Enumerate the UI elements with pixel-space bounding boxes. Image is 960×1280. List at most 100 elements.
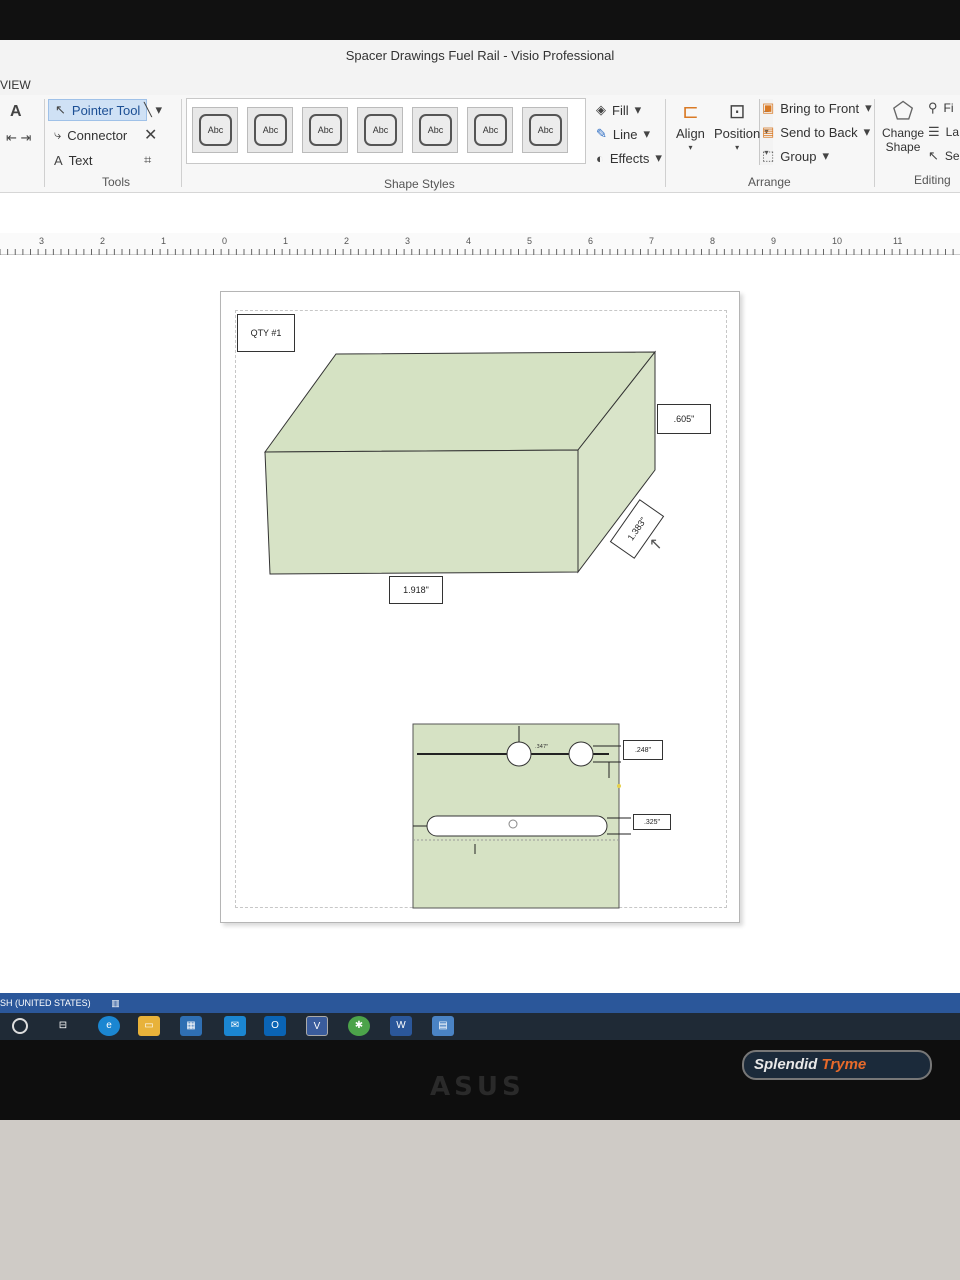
- align-label: Align: [676, 126, 705, 141]
- effects-label: Effects: [609, 150, 650, 166]
- pointer-tool-button[interactable]: ↖ Pointer Tool: [48, 99, 148, 121]
- separator: [44, 99, 45, 187]
- hole-2: [568, 741, 594, 767]
- ruler-label: 10: [832, 236, 843, 246]
- badge-text-1: Splendid: [754, 1056, 818, 1073]
- separator: [874, 99, 875, 187]
- horizontal-ruler[interactable]: 3 2 1 0 1 2 3 4 5 6 7 8 9 10 11: [0, 233, 960, 255]
- mail-icon[interactable]: ✉: [224, 1016, 246, 1036]
- style-swatch[interactable]: Abc: [247, 107, 293, 153]
- style-swatch[interactable]: Abc: [357, 107, 403, 153]
- layers-label: La: [945, 125, 960, 139]
- change-shape-label-1: Change: [882, 126, 925, 140]
- swatch-text: Abc: [529, 114, 562, 146]
- align-button[interactable]: ⊏ Align ▾: [670, 99, 711, 169]
- binoculars-icon: ⚲: [928, 100, 938, 115]
- file-explorer-icon[interactable]: ▭: [138, 1016, 160, 1036]
- visio-icon[interactable]: V: [306, 1016, 328, 1036]
- style-swatch[interactable]: Abc: [467, 107, 513, 153]
- effects-button[interactable]: ◐ Effects ▾: [590, 147, 668, 169]
- tab-view[interactable]: VIEW: [0, 78, 31, 92]
- drawing-canvas[interactable]: 3 2 1 0 1 2 3 4 5 6 7 8 9 10 11 QTY #1 .605" 1.383" 1.…: [0, 193, 960, 993]
- close-icon[interactable]: ✕: [138, 124, 163, 146]
- line-tool-button[interactable]: ╲ ▾: [138, 99, 168, 121]
- send-to-back-button[interactable]: ▤ Send to Back ▾: [756, 121, 876, 143]
- fill-label: Fill: [612, 102, 629, 118]
- app2-icon[interactable]: ▤: [432, 1016, 454, 1036]
- dimension-width[interactable]: 1.918": [389, 576, 443, 604]
- layers-button[interactable]: ☰ La: [922, 121, 960, 143]
- selection-handle: [617, 784, 621, 788]
- outlook-icon[interactable]: O: [264, 1016, 286, 1036]
- align-icon: ⊏: [682, 101, 699, 123]
- connector-button[interactable]: ⤷ Connector: [48, 124, 133, 146]
- style-swatch[interactable]: Abc: [522, 107, 568, 153]
- bring-to-front-button[interactable]: ▣ Bring to Front ▾: [756, 97, 878, 119]
- swatch-text: Abc: [254, 114, 287, 146]
- line-icon: ╲ ▾: [144, 102, 162, 117]
- word-icon[interactable]: W: [390, 1016, 412, 1036]
- language-status[interactable]: SH (UNITED STATES): [0, 998, 91, 1008]
- change-shape-icon: ⬠: [892, 98, 914, 125]
- indent-icons[interactable]: ⇤ ⇥: [0, 127, 37, 149]
- task-view-icon[interactable]: ⊟: [52, 1016, 74, 1036]
- group-button[interactable]: ⬚ Group ▾: [756, 145, 835, 167]
- mouse-cursor-icon: ↖: [649, 536, 663, 553]
- ruler-label: 3: [405, 236, 411, 246]
- paint-bucket-icon: ◈: [596, 102, 606, 117]
- screen: Spacer Drawings Fuel Rail - Visio Profes…: [0, 40, 960, 1040]
- ruler-label: 9: [771, 236, 777, 246]
- send-back-icon: ▤: [762, 124, 775, 139]
- font-color-icon[interactable]: A: [4, 101, 28, 123]
- style-swatch[interactable]: Abc: [302, 107, 348, 153]
- text-icon: A: [54, 152, 63, 168]
- ruler-label: 5: [527, 236, 533, 246]
- text-tool-button[interactable]: A Text: [48, 149, 99, 171]
- hole-1: [506, 741, 532, 767]
- edge-icon[interactable]: e: [98, 1016, 120, 1036]
- fill-button[interactable]: ◈ Fill ▾: [590, 99, 647, 121]
- monitor-bezel-top: [0, 0, 960, 40]
- connector-icon: ⤷: [54, 127, 62, 142]
- find-button[interactable]: ⚲ Fi: [922, 97, 960, 119]
- tools-group-label: Tools: [102, 175, 131, 189]
- arrange-group-label: Arrange: [748, 175, 791, 189]
- crop-icon[interactable]: ⌗: [138, 149, 157, 171]
- ruler-label: 2: [344, 236, 350, 246]
- dimension-height[interactable]: .605": [657, 404, 711, 434]
- drawing-page[interactable]: QTY #1 .605" 1.383" 1.918" ↖ .347" .248"…: [220, 291, 740, 923]
- ruler-label: 11: [893, 236, 903, 246]
- swatch-text: Abc: [419, 114, 452, 146]
- status-bar: SH (UNITED STATES) ▥: [0, 993, 960, 1013]
- pointer-icon: ↖: [55, 102, 66, 117]
- page-status-icon[interactable]: ▥: [111, 998, 120, 1008]
- small-dim-a: .347": [535, 744, 548, 750]
- line-button[interactable]: ✎ Line ▾: [590, 123, 656, 145]
- swatch-text: Abc: [199, 114, 232, 146]
- swatch-text: Abc: [309, 114, 342, 146]
- bring-front-icon: ▣: [762, 100, 775, 115]
- style-swatch[interactable]: Abc: [192, 107, 238, 153]
- badge-text-2: Tryme: [821, 1056, 867, 1073]
- style-swatch[interactable]: Abc: [412, 107, 458, 153]
- app-icon[interactable]: ✱: [348, 1016, 370, 1036]
- text-tool-label: Text: [68, 152, 93, 168]
- store-icon[interactable]: ▦: [180, 1016, 202, 1036]
- select-button[interactable]: ↖ Sel: [922, 145, 960, 167]
- cortana-icon[interactable]: [12, 1018, 28, 1034]
- position-icon: ⊡: [728, 101, 746, 123]
- ruler-label: 1: [161, 236, 167, 246]
- windows-taskbar: ⊟ e ▭ ▦ ✉ O V ✱ W ▤: [0, 1013, 960, 1040]
- find-label: Fi: [943, 101, 954, 115]
- ruler-ticks: [0, 249, 954, 255]
- shape-styles-gallery[interactable]: Abc Abc Abc Abc Abc Abc Abc ▲ ▼ ▾: [186, 98, 773, 165]
- ruler-label: 4: [466, 236, 472, 246]
- ruler-label: 7: [649, 236, 655, 246]
- line-label: Line: [612, 126, 638, 142]
- connector-label: Connector: [67, 127, 128, 143]
- send-to-back-label: Send to Back: [780, 124, 858, 140]
- editing-group-label: Editing: [914, 173, 951, 187]
- dimension-hole[interactable]: .248": [623, 740, 663, 760]
- box-front-face: [264, 449, 579, 575]
- dimension-slot[interactable]: .325": [633, 814, 671, 830]
